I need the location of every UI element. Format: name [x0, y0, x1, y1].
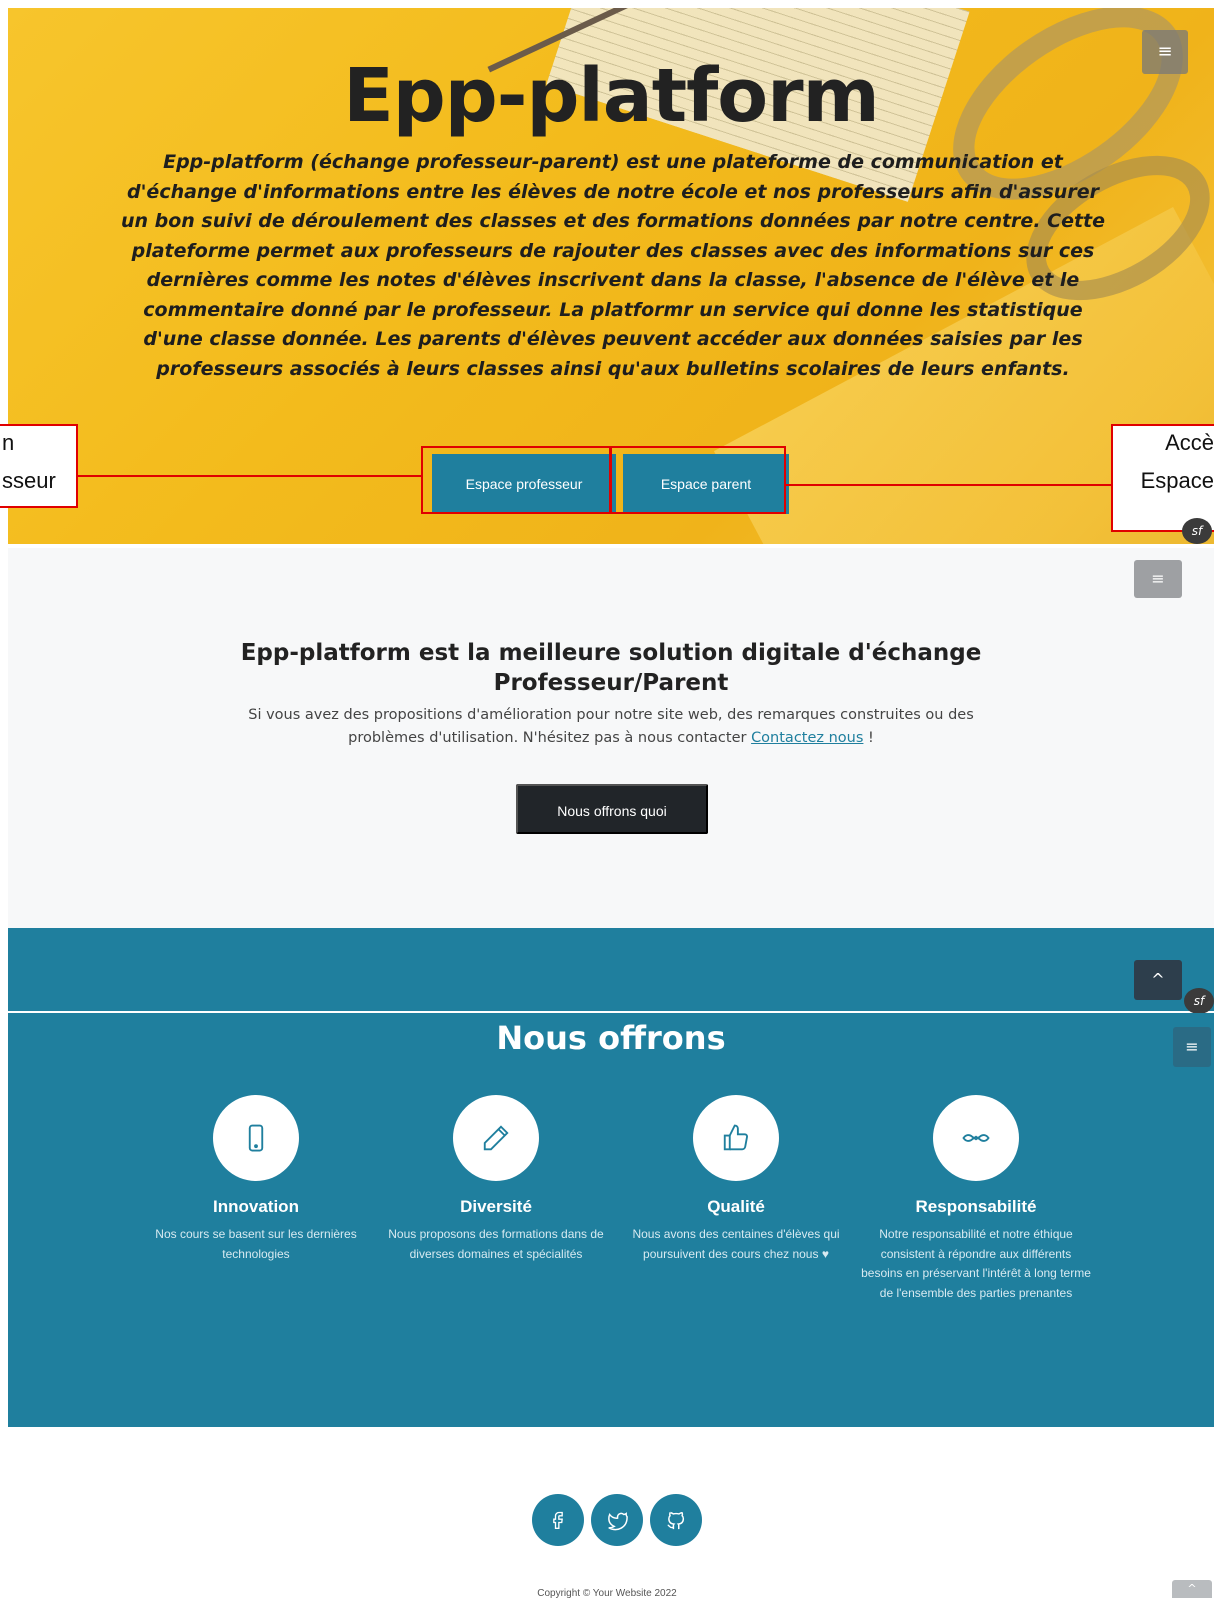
offer-innovation: Innovation Nos cours se basent sur les d… [141, 1095, 371, 1264]
annotation-box-right [1111, 424, 1214, 532]
annotation-line-left [78, 475, 421, 477]
thumbs-up-icon [723, 1124, 748, 1151]
offers-title: Nous offrons [496, 1019, 726, 1057]
facebook-icon[interactable] [532, 1494, 584, 1546]
offer-icon-circle [693, 1095, 779, 1181]
annotation-box-left [0, 424, 78, 508]
hamburger-menu-icon[interactable]: ≡ [1142, 30, 1188, 74]
symfony-badge-icon[interactable]: sf [1182, 518, 1212, 544]
symfony-badge-icon[interactable]: sf [1184, 988, 1214, 1014]
offer-text: Nous proposons des formations dans de di… [388, 1227, 604, 1261]
scroll-up-icon[interactable]: ^ [1172, 1580, 1212, 1598]
contact-link[interactable]: Contactez nous [751, 730, 863, 746]
annotation-box-parent [610, 446, 786, 514]
nous-offrons-quoi-button[interactable]: Nous offrons quoi [516, 784, 708, 834]
teal-strip: ^ [8, 928, 1214, 1011]
hero-title: Epp-platform [343, 53, 879, 139]
offer-text: Notre responsabilité et notre éthique co… [861, 1227, 1091, 1300]
offer-icon-circle [213, 1095, 299, 1181]
phone-icon [248, 1124, 264, 1152]
scroll-up-icon[interactable]: ^ [1134, 960, 1182, 1000]
hamburger-menu-icon[interactable]: ≡ [1134, 560, 1182, 598]
pencil-icon [483, 1125, 509, 1151]
offer-title: Innovation [213, 1197, 299, 1216]
hero-description: Epp-platform (échange professeur-parent)… [120, 151, 1106, 380]
mustache-icon [962, 1134, 990, 1142]
section-title-line2: Professeur/Parent [493, 670, 729, 696]
twitter-icon[interactable] [591, 1494, 643, 1546]
section-title-line1: Epp-platform est la meilleure solution d… [240, 640, 982, 666]
offer-text: Nos cours se basent sur les dernières te… [155, 1227, 357, 1261]
copyright-text: Copyright © Your Website 2022 [537, 1588, 677, 1598]
section-title: Epp-platform est la meilleure solution d… [8, 638, 1214, 698]
github-icon[interactable] [650, 1494, 702, 1546]
offers-section: Nous offrons ≡ Innovation Nos cours se b… [8, 1013, 1214, 1427]
hamburger-menu-icon[interactable]: ≡ [1173, 1027, 1211, 1067]
section-text: Si vous avez des propositions d'améliora… [218, 704, 1004, 750]
offer-diversite: Diversité Nous proposons des formations … [381, 1095, 611, 1264]
offer-icon-circle [453, 1095, 539, 1181]
social-links [532, 1494, 702, 1546]
offer-title: Responsabilité [915, 1197, 1037, 1216]
offer-responsabilite: Responsabilité Notre responsabilité et n… [861, 1095, 1091, 1303]
annotation-box-professeur [421, 446, 611, 514]
offer-icon-circle [933, 1095, 1019, 1181]
offer-title: Qualité [707, 1197, 765, 1216]
offer-title: Diversité [460, 1197, 532, 1216]
offer-text: Nous avons des centaines d'élèves qui po… [632, 1227, 840, 1261]
section-text-end: ! [863, 730, 874, 746]
annotation-line-right [786, 484, 1111, 486]
offer-qualite: Qualité Nous avons des centaines d'élève… [621, 1095, 851, 1264]
solution-section: ≡ Epp-platform est la meilleure solution… [8, 548, 1214, 928]
